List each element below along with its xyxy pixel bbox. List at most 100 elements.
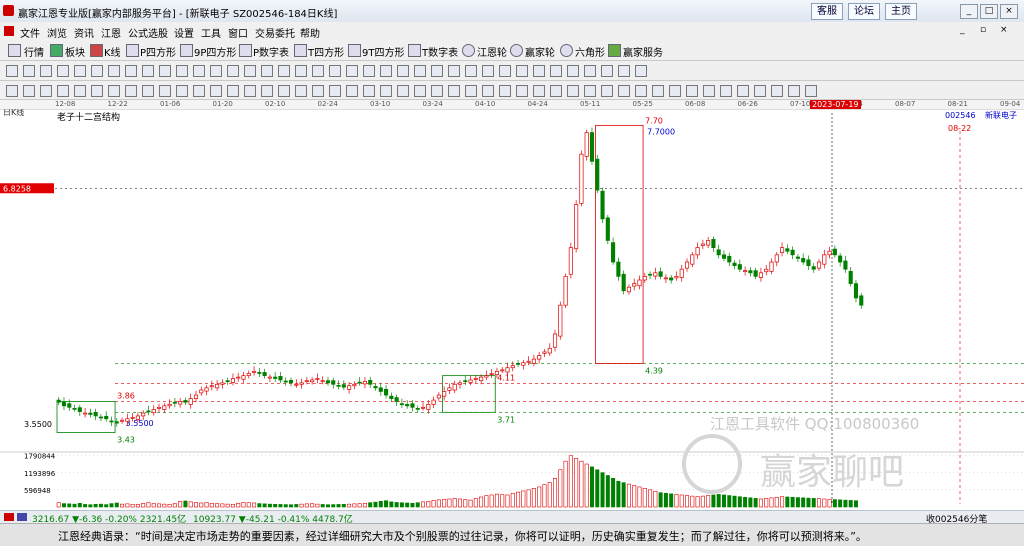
kline-chart[interactable]: 6.8258 日K线 老子十二宫结构 002546 新联电子 08-22 3.86 3.43 3… bbox=[0, 109, 1024, 510]
analysis-tool-icon-7[interactable] bbox=[108, 85, 120, 97]
analysis-tool-icon-17[interactable] bbox=[278, 85, 290, 97]
sector-button[interactable]: 板块 bbox=[65, 44, 85, 59]
menu-trade[interactable]: 交易委托 bbox=[255, 25, 295, 40]
menu-news[interactable]: 资讯 bbox=[74, 25, 94, 40]
analysis-tool-icon-11[interactable] bbox=[176, 85, 188, 97]
analysis-tool-icon-36[interactable] bbox=[601, 85, 613, 97]
analysis-tool-icon-41[interactable] bbox=[686, 85, 698, 97]
analysis-tool-icon-12[interactable] bbox=[193, 85, 205, 97]
draw-tool-icon-12[interactable] bbox=[193, 65, 205, 77]
draw-tool-icon-38[interactable] bbox=[635, 65, 647, 77]
draw-tool-icon-2[interactable] bbox=[23, 65, 35, 77]
analysis-tool-icon-22[interactable] bbox=[363, 85, 375, 97]
analysis-tool-icon-45[interactable] bbox=[754, 85, 766, 97]
minimize-icon[interactable]: _ bbox=[960, 4, 978, 19]
9t-square-button[interactable]: 9T四方形 bbox=[362, 44, 404, 59]
analysis-tool-icon-5[interactable] bbox=[74, 85, 86, 97]
draw-tool-icon-10[interactable] bbox=[159, 65, 171, 77]
analysis-tool-icon-44[interactable] bbox=[737, 85, 749, 97]
analysis-tool-icon-32[interactable] bbox=[533, 85, 545, 97]
draw-tool-icon-32[interactable] bbox=[533, 65, 545, 77]
analysis-tool-icon-6[interactable] bbox=[91, 85, 103, 97]
quotes-button[interactable]: 行情 bbox=[24, 44, 44, 59]
draw-tool-icon-35[interactable] bbox=[584, 65, 596, 77]
maximize-icon[interactable]: □ bbox=[980, 4, 998, 19]
app-menu-icon[interactable] bbox=[4, 26, 14, 36]
analysis-tool-icon-29[interactable] bbox=[482, 85, 494, 97]
analysis-tool-icon-24[interactable] bbox=[397, 85, 409, 97]
draw-tool-icon-21[interactable] bbox=[346, 65, 358, 77]
menu-browse[interactable]: 浏览 bbox=[47, 25, 67, 40]
draw-tool-icon-25[interactable] bbox=[414, 65, 426, 77]
analysis-tool-icon-27[interactable] bbox=[448, 85, 460, 97]
analysis-tool-icon-19[interactable] bbox=[312, 85, 324, 97]
analysis-tool-icon-10[interactable] bbox=[159, 85, 171, 97]
draw-tool-icon-31[interactable] bbox=[516, 65, 528, 77]
draw-tool-icon-24[interactable] bbox=[397, 65, 409, 77]
draw-tool-icon-4[interactable] bbox=[57, 65, 69, 77]
draw-tool-icon-20[interactable] bbox=[329, 65, 341, 77]
hexagon-button[interactable]: 六角形 bbox=[575, 44, 605, 59]
draw-tool-icon-11[interactable] bbox=[176, 65, 188, 77]
gann-wheel-button[interactable]: 江恩轮 bbox=[477, 44, 507, 59]
home-button[interactable]: 主页 bbox=[885, 3, 917, 20]
menu-help[interactable]: 帮助 bbox=[300, 25, 320, 40]
draw-tool-icon-7[interactable] bbox=[108, 65, 120, 77]
forum-button[interactable]: 论坛 bbox=[848, 3, 880, 20]
analysis-tool-icon-30[interactable] bbox=[499, 85, 511, 97]
winner-wheel-button[interactable]: 赢家轮 bbox=[525, 44, 555, 59]
analysis-tool-icon-33[interactable] bbox=[550, 85, 562, 97]
draw-tool-icon-28[interactable] bbox=[465, 65, 477, 77]
draw-tool-icon-36[interactable] bbox=[601, 65, 613, 77]
analysis-tool-icon-3[interactable] bbox=[40, 85, 52, 97]
analysis-tool-icon-40[interactable] bbox=[669, 85, 681, 97]
draw-tool-icon-14[interactable] bbox=[227, 65, 239, 77]
analysis-tool-icon-8[interactable] bbox=[125, 85, 137, 97]
analysis-tool-icon-31[interactable] bbox=[516, 85, 528, 97]
draw-tool-icon-19[interactable] bbox=[312, 65, 324, 77]
analysis-tool-icon-2[interactable] bbox=[23, 85, 35, 97]
draw-tool-icon-9[interactable] bbox=[142, 65, 154, 77]
analysis-tool-icon-4[interactable] bbox=[57, 85, 69, 97]
t-table-button[interactable]: T数字表 bbox=[422, 44, 458, 59]
analysis-tool-icon-20[interactable] bbox=[329, 85, 341, 97]
draw-tool-icon-26[interactable] bbox=[431, 65, 443, 77]
draw-tool-icon-33[interactable] bbox=[550, 65, 562, 77]
menu-tools[interactable]: 工具 bbox=[201, 25, 221, 40]
analysis-tool-icon-26[interactable] bbox=[431, 85, 443, 97]
close-icon[interactable]: × bbox=[1000, 4, 1018, 19]
analysis-tool-icon-18[interactable] bbox=[295, 85, 307, 97]
analysis-tool-icon-47[interactable] bbox=[788, 85, 800, 97]
analysis-tool-icon-16[interactable] bbox=[261, 85, 273, 97]
draw-tool-icon-16[interactable] bbox=[261, 65, 273, 77]
draw-tool-icon-3[interactable] bbox=[40, 65, 52, 77]
p-table-button[interactable]: P数字表 bbox=[253, 44, 289, 59]
analysis-tool-icon-25[interactable] bbox=[414, 85, 426, 97]
analysis-tool-icon-15[interactable] bbox=[244, 85, 256, 97]
customer-service-button[interactable]: 客服 bbox=[811, 3, 843, 20]
draw-tool-icon-1[interactable] bbox=[6, 65, 18, 77]
analysis-tool-icon-42[interactable] bbox=[703, 85, 715, 97]
analysis-tool-icon-48[interactable] bbox=[805, 85, 817, 97]
menu-file[interactable]: 文件 bbox=[20, 25, 40, 40]
winner-service-button[interactable]: 赢家服务 bbox=[623, 44, 663, 59]
draw-tool-icon-27[interactable] bbox=[448, 65, 460, 77]
analysis-tool-icon-13[interactable] bbox=[210, 85, 222, 97]
analysis-tool-icon-35[interactable] bbox=[584, 85, 596, 97]
draw-tool-icon-22[interactable] bbox=[363, 65, 375, 77]
analysis-tool-icon-9[interactable] bbox=[142, 85, 154, 97]
analysis-tool-icon-21[interactable] bbox=[346, 85, 358, 97]
draw-tool-icon-5[interactable] bbox=[74, 65, 86, 77]
analysis-tool-icon-34[interactable] bbox=[567, 85, 579, 97]
draw-tool-icon-6[interactable] bbox=[91, 65, 103, 77]
draw-tool-icon-30[interactable] bbox=[499, 65, 511, 77]
analysis-tool-icon-43[interactable] bbox=[720, 85, 732, 97]
menu-settings[interactable]: 设置 bbox=[174, 25, 194, 40]
menu-window[interactable]: 窗口 bbox=[228, 25, 248, 40]
draw-tool-icon-8[interactable] bbox=[125, 65, 137, 77]
analysis-tool-icon-1[interactable] bbox=[6, 85, 18, 97]
draw-tool-icon-34[interactable] bbox=[567, 65, 579, 77]
draw-tool-icon-13[interactable] bbox=[210, 65, 222, 77]
t-square-button[interactable]: T四方形 bbox=[308, 44, 344, 59]
menu-gann[interactable]: 江恩 bbox=[101, 25, 121, 40]
